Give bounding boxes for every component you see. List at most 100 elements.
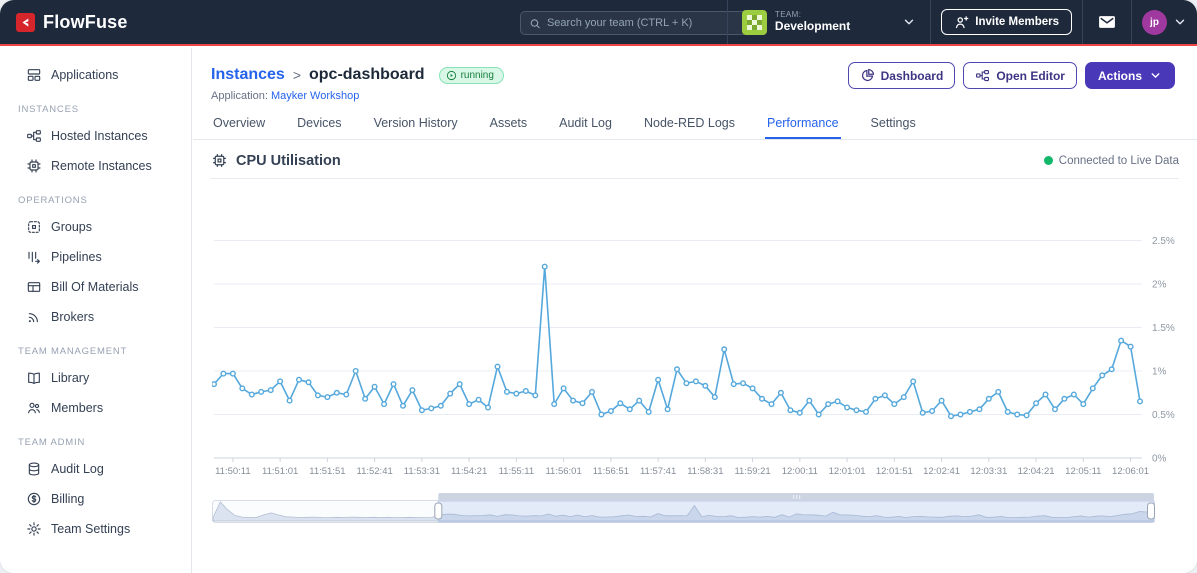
- sidebar-item-label: Team Settings: [51, 522, 131, 536]
- sidebar-section-header: TEAM MANAGEMENT: [18, 346, 128, 357]
- sidebar-item-library[interactable]: Library: [0, 363, 191, 393]
- svg-text:11:52:41: 11:52:41: [356, 466, 392, 477]
- svg-text:11:56:01: 11:56:01: [545, 466, 581, 477]
- svg-text:12:01:51: 12:01:51: [876, 466, 913, 477]
- flowfuse-logo[interactable]: FlowFuse: [0, 12, 144, 33]
- actions-button-label: Actions: [1097, 68, 1142, 83]
- search-icon: [529, 17, 541, 30]
- live-status-label: Connected to Live Data: [1058, 154, 1179, 167]
- header-actions: Dashboard Open Editor Actions: [847, 62, 1175, 89]
- remote-instances-icon: [26, 158, 42, 174]
- panel-title-group: CPU Utilisation: [211, 152, 341, 169]
- team-avatar: [741, 9, 767, 35]
- library-icon: [26, 370, 42, 386]
- sidebar-item-label: Audit Log: [51, 462, 104, 476]
- line-chart-svg: 0% 0.5% 1% 1.5% 2% 2.5% 11:50:11 11:51:01 11:51:…: [211, 236, 1175, 477]
- node-editor-icon: [975, 68, 990, 83]
- svg-text:12:06:01: 12:06:01: [1112, 466, 1149, 477]
- sidebar-item-label: Members: [51, 401, 104, 415]
- sidebar-item-team-settings[interactable]: Team Settings: [0, 514, 191, 544]
- app-window: FlowFuse TEAM: Development: [0, 0, 1197, 573]
- breadcrumb: Instances > opc-dashboard running: [211, 66, 504, 84]
- sidebar-item-billing[interactable]: Billing: [0, 484, 191, 514]
- sidebar-item-bill-of-materials[interactable]: Bill Of Materials: [0, 272, 191, 302]
- sidebar-item-hosted-instances[interactable]: Hosted Instances: [0, 121, 191, 151]
- svg-text:11:55:11: 11:55:11: [499, 466, 535, 477]
- invite-members-label: Invite Members: [975, 16, 1059, 28]
- chart-range-brush[interactable]: [212, 492, 1155, 524]
- sidebar-item-groups[interactable]: Groups: [0, 212, 191, 242]
- application-link[interactable]: Mayker Workshop: [271, 90, 359, 102]
- sidebar-item-brokers[interactable]: Brokers: [0, 302, 191, 332]
- cpu-chip-icon: [211, 152, 228, 169]
- svg-text:2.5%: 2.5%: [1152, 236, 1175, 247]
- brokers-icon: [26, 309, 42, 325]
- chevron-down-icon: [1173, 15, 1187, 29]
- user-avatar: jp: [1142, 9, 1167, 35]
- actions-button[interactable]: Actions: [1084, 62, 1175, 89]
- sidebar-item-label: Groups: [51, 220, 92, 234]
- divider: [726, 0, 728, 44]
- svg-text:1%: 1%: [1152, 367, 1167, 378]
- svg-text:12:04:21: 12:04:21: [1018, 466, 1055, 477]
- svg-text:12:03:31: 12:03:31: [970, 466, 1007, 477]
- sidebar-item-members[interactable]: Members: [0, 393, 191, 423]
- tab-devices[interactable]: Devices: [295, 110, 343, 139]
- open-editor-button-label: Open Editor: [996, 68, 1065, 83]
- sidebar-item-pipelines[interactable]: Pipelines: [0, 242, 191, 272]
- invite-members-button[interactable]: Invite Members: [941, 9, 1072, 35]
- sidebar-item-label: Brokers: [51, 310, 95, 324]
- tab-node-red-logs[interactable]: Node-RED Logs: [642, 110, 737, 139]
- play-circle-icon: [446, 70, 457, 81]
- sidebar-item-label: Hosted Instances: [51, 129, 148, 143]
- breadcrumb-instances-link[interactable]: Instances: [211, 66, 285, 84]
- panel-title: CPU Utilisation: [236, 152, 341, 169]
- tab-performance[interactable]: Performance: [764, 110, 841, 139]
- brush-selected-range[interactable]: [437, 500, 1155, 523]
- chevron-down-icon: [902, 15, 916, 29]
- svg-text:12:02:41: 12:02:41: [923, 466, 960, 477]
- user-plus-icon: [954, 15, 969, 30]
- divider: [1082, 0, 1083, 44]
- team-selector[interactable]: TEAM: Development: [738, 9, 920, 35]
- svg-text:11:51:51: 11:51:51: [309, 466, 345, 477]
- brush-handle-left[interactable]: [434, 502, 443, 520]
- sidebar-item-label: Pipelines: [51, 250, 102, 264]
- breadcrumb-separator: >: [292, 67, 301, 83]
- tab-overview[interactable]: Overview: [211, 110, 267, 139]
- tab-audit-log[interactable]: Audit Log: [557, 110, 614, 139]
- dashboard-button[interactable]: Dashboard: [847, 62, 956, 89]
- sidebar-section-header: INSTANCES: [18, 104, 79, 115]
- sidebar-item-applications[interactable]: Applications: [0, 60, 191, 90]
- svg-text:11:56:51: 11:56:51: [593, 466, 629, 477]
- application-label: Application:: [211, 90, 268, 102]
- navbar-right: TEAM: Development Invite Members jp: [717, 0, 1187, 44]
- status-badge-label: running: [460, 69, 494, 81]
- svg-text:0%: 0%: [1152, 454, 1167, 465]
- sidebar-item-remote-instances[interactable]: Remote Instances: [0, 151, 191, 181]
- live-status-dot: [1043, 156, 1053, 165]
- svg-text:11:57:41: 11:57:41: [640, 466, 676, 477]
- sidebar-item-audit-log[interactable]: Audit Log: [0, 454, 191, 484]
- divider: [1131, 0, 1132, 44]
- audit-log-icon: [26, 461, 42, 477]
- brush-handle-right[interactable]: [1147, 502, 1155, 520]
- pie-chart-icon: [860, 68, 875, 83]
- notifications-button[interactable]: [1093, 12, 1121, 32]
- pipelines-icon: [26, 249, 42, 265]
- top-navbar: FlowFuse TEAM: Development: [0, 0, 1197, 46]
- main-content: Instances > opc-dashboard running Applic…: [193, 48, 1197, 573]
- brush-svg[interactable]: [212, 492, 1155, 524]
- open-editor-button[interactable]: Open Editor: [963, 62, 1077, 89]
- svg-text:11:51:01: 11:51:01: [262, 466, 298, 477]
- sidebar-item-label: Bill Of Materials: [51, 280, 139, 294]
- members-icon: [26, 400, 42, 416]
- user-menu[interactable]: jp: [1142, 9, 1187, 35]
- svg-text:11:54:21: 11:54:21: [451, 466, 487, 477]
- tab-version-history[interactable]: Version History: [372, 110, 460, 139]
- svg-text:12:00:11: 12:00:11: [782, 466, 818, 477]
- bill-of-materials-icon: [26, 279, 42, 295]
- tab-settings[interactable]: Settings: [869, 110, 918, 139]
- tab-assets[interactable]: Assets: [488, 110, 530, 139]
- svg-text:2%: 2%: [1152, 280, 1167, 291]
